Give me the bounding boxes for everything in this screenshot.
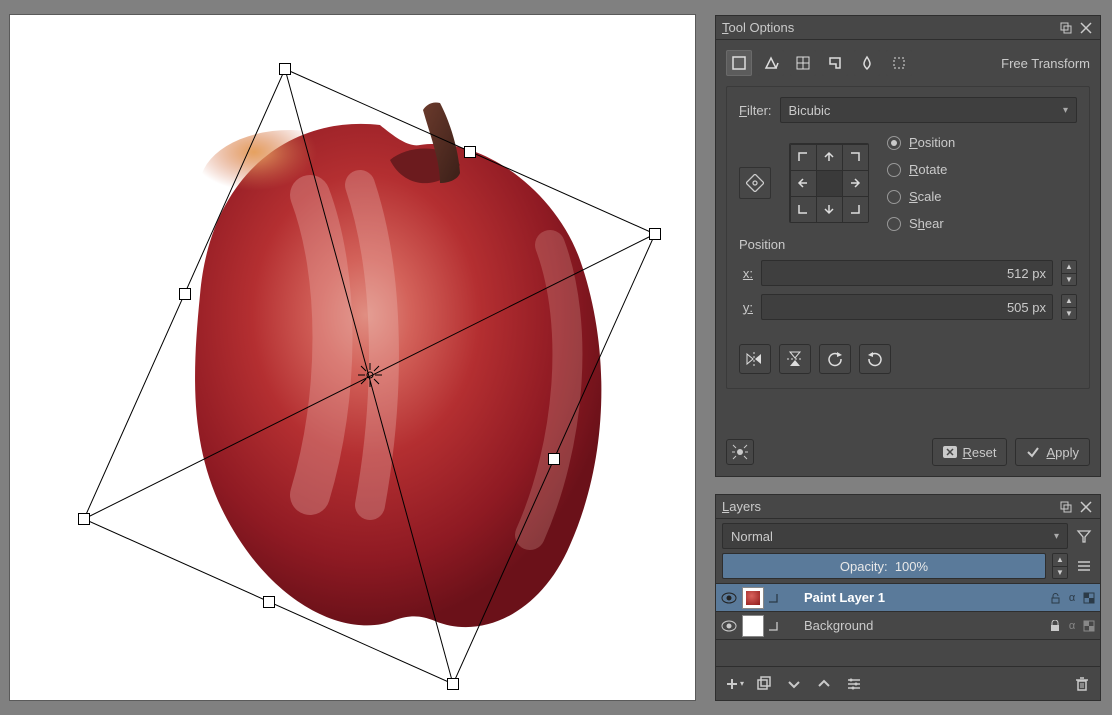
filter-icon[interactable] — [1074, 526, 1094, 546]
mode-free-transform-icon[interactable] — [726, 50, 752, 76]
rotate-cw-icon[interactable] — [859, 344, 891, 374]
move-down-icon[interactable] — [784, 674, 804, 694]
panel-title: Layers — [722, 499, 761, 514]
layer-row-paint[interactable]: Paint Layer 1 α — [716, 584, 1100, 612]
add-layer-icon[interactable]: ▾ — [724, 674, 744, 694]
x-input[interactable]: 512 px — [761, 260, 1053, 286]
visibility-toggle-icon[interactable] — [720, 620, 738, 632]
x-spinner[interactable]: ▲▼ — [1061, 260, 1077, 286]
mode-label: Free Transform — [1001, 56, 1090, 71]
layer-name: Background — [784, 618, 1044, 633]
tool-options-panel: TTool Optionsool Options Free Transform — [715, 15, 1101, 477]
layer-thumbnail — [742, 587, 764, 609]
float-panel-icon[interactable] — [1058, 20, 1074, 36]
opacity-spinner[interactable]: ▲▼ — [1052, 553, 1068, 579]
delete-layer-icon[interactable] — [1072, 674, 1092, 694]
radio-scale[interactable]: Scale — [887, 189, 955, 204]
layer-row-background[interactable]: Background α — [716, 612, 1100, 640]
anchor-grid — [789, 143, 869, 223]
transform-handle[interactable] — [447, 678, 459, 690]
opacity-slider[interactable]: Opacity: 100% — [722, 553, 1046, 579]
inherit-alpha-icon[interactable] — [1082, 619, 1096, 633]
y-label: y: — [739, 300, 753, 315]
alpha-icon: α — [1065, 591, 1079, 605]
layer-name: Paint Layer 1 — [784, 590, 1044, 605]
layers-panel: Layers Normal▾ Opacity: 100% ▲▼ Paint La… — [715, 494, 1101, 701]
layer-options-icon[interactable] — [1074, 556, 1094, 576]
anchor-nw[interactable] — [790, 144, 817, 171]
anchor-center[interactable] — [816, 170, 843, 197]
layer-properties-icon[interactable] — [844, 674, 864, 694]
panel-title: TTool Optionsool Options — [722, 20, 794, 35]
canvas-artwork — [10, 15, 695, 700]
canvas[interactable] — [10, 15, 695, 700]
transform-handle[interactable] — [279, 63, 291, 75]
blend-mode-dropdown[interactable]: Normal▾ — [722, 523, 1068, 549]
flip-horizontal-icon[interactable] — [739, 344, 771, 374]
layer-list: Paint Layer 1 α Background α — [716, 583, 1100, 640]
anchor-se[interactable] — [842, 196, 869, 223]
crawl-icon[interactable] — [726, 439, 754, 465]
float-panel-icon[interactable] — [1058, 499, 1074, 515]
anchor-w[interactable] — [790, 170, 817, 197]
radio-shear[interactable]: Shear — [887, 216, 955, 231]
transform-handle[interactable] — [179, 288, 191, 300]
transform-pivot-icon[interactable] — [356, 361, 384, 389]
anchor-ne[interactable] — [842, 144, 869, 171]
anchor-sw[interactable] — [790, 196, 817, 223]
inherit-alpha-icon[interactable] — [1082, 591, 1096, 605]
filter-label: Filter: — [739, 103, 772, 118]
lock-icon[interactable] — [1048, 619, 1062, 633]
transform-handle[interactable] — [78, 513, 90, 525]
panel-title-bar: TTool Optionsool Options — [716, 16, 1100, 40]
y-input[interactable]: 505 px — [761, 294, 1053, 320]
layer-corner-icon — [768, 593, 780, 603]
anchor-e[interactable] — [842, 170, 869, 197]
mode-liquify-icon[interactable] — [854, 50, 880, 76]
mode-mesh-icon[interactable] — [886, 50, 912, 76]
x-label: x: — [739, 266, 753, 281]
filter-dropdown[interactable]: Bicubic ▾ — [780, 97, 1077, 123]
mode-perspective-icon[interactable] — [758, 50, 784, 76]
alpha-icon: α — [1065, 619, 1079, 633]
transform-handle[interactable] — [649, 228, 661, 240]
transform-handle[interactable] — [464, 146, 476, 158]
panel-title-bar: Layers — [716, 495, 1100, 519]
radio-position[interactable]: PPositionosition — [887, 135, 955, 150]
lock-open-icon[interactable] — [1048, 591, 1062, 605]
transform-handle[interactable] — [263, 596, 275, 608]
y-spinner[interactable]: ▲▼ — [1061, 294, 1077, 320]
flip-vertical-icon[interactable] — [779, 344, 811, 374]
close-panel-icon[interactable] — [1078, 20, 1094, 36]
apply-button[interactable]: Apply — [1015, 438, 1090, 466]
visibility-toggle-icon[interactable] — [720, 592, 738, 604]
mode-warp-icon[interactable] — [790, 50, 816, 76]
duplicate-layer-icon[interactable] — [754, 674, 774, 694]
transform-handle[interactable] — [548, 453, 560, 465]
rotate-ccw-icon[interactable] — [819, 344, 851, 374]
mode-cage-icon[interactable] — [822, 50, 848, 76]
close-panel-icon[interactable] — [1078, 499, 1094, 515]
position-section-title: Position — [739, 237, 1077, 252]
anchor-s[interactable] — [816, 196, 843, 223]
radio-rotate[interactable]: Rotate — [887, 162, 955, 177]
anchor-center-button[interactable] — [739, 167, 771, 199]
move-up-icon[interactable] — [814, 674, 834, 694]
reset-button[interactable]: Reset — [932, 438, 1008, 466]
anchor-n[interactable] — [816, 144, 843, 171]
layer-thumbnail — [742, 615, 764, 637]
layers-bottom-bar: ▾ — [716, 666, 1100, 700]
layer-corner-icon — [768, 621, 780, 631]
